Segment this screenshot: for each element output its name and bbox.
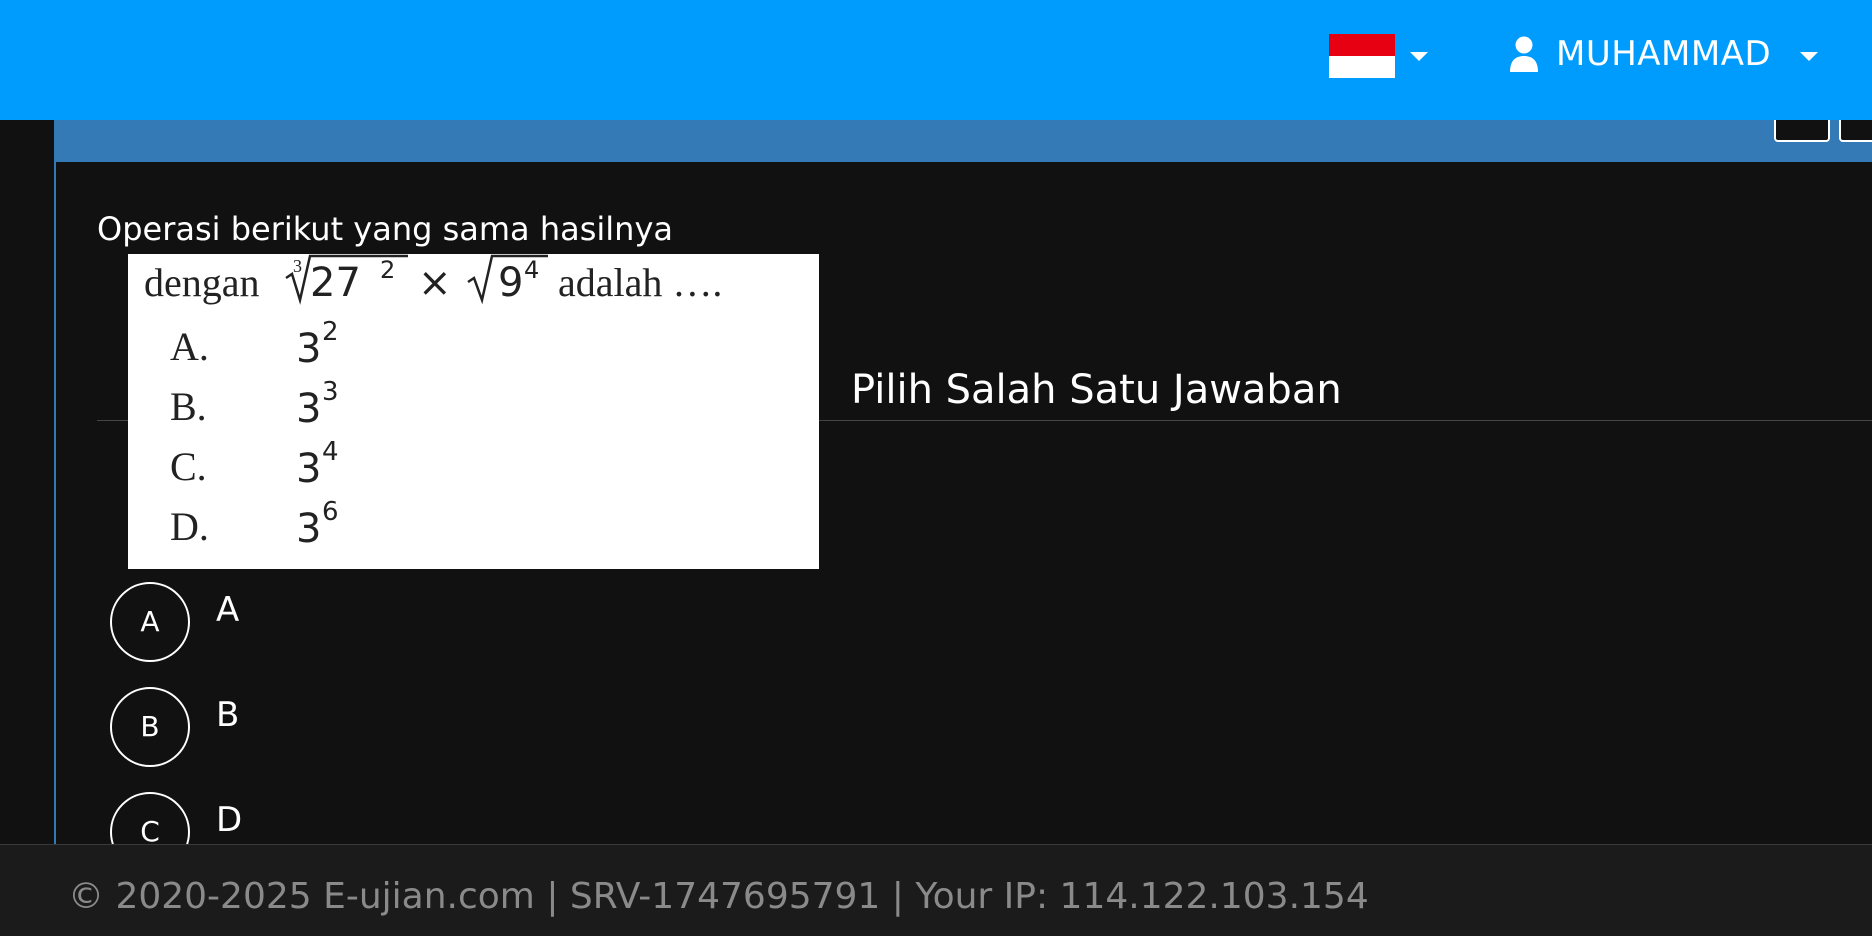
choice-base: 3 bbox=[296, 386, 321, 432]
answer-instruction: Pilih Salah Satu Jawaban bbox=[851, 367, 1342, 413]
answer-option-text[interactable]: A bbox=[216, 588, 239, 632]
choice-exp: 4 bbox=[322, 437, 339, 467]
stem-times: × bbox=[418, 260, 452, 306]
footer-text: © 2020-2025 E-ujian.com | SRV-1747695791… bbox=[68, 876, 1369, 917]
top-navbar: MUHAMMAD bbox=[0, 0, 1872, 120]
answer-option-radio[interactable]: B bbox=[110, 687, 190, 767]
answer-option-text[interactable]: D bbox=[216, 798, 242, 842]
choice-exp: 6 bbox=[322, 497, 339, 527]
flag-red-stripe bbox=[1329, 34, 1395, 56]
choice-letter: B. bbox=[170, 384, 207, 429]
choice-base: 3 bbox=[296, 446, 321, 492]
user-icon[interactable] bbox=[1508, 36, 1540, 72]
user-menu-chevron-down-icon[interactable] bbox=[1800, 52, 1818, 61]
answer-option-b[interactable]: B B bbox=[110, 687, 710, 767]
language-chevron-down-icon[interactable] bbox=[1410, 52, 1428, 61]
flag-white-stripe bbox=[1329, 56, 1395, 78]
choice-exp: 2 bbox=[322, 317, 339, 347]
question-panel-heading bbox=[56, 120, 1872, 162]
choice-base: 3 bbox=[296, 506, 321, 552]
stem-suffix: adalah …. bbox=[558, 260, 722, 305]
user-menu-name[interactable]: MUHAMMAD bbox=[1556, 32, 1771, 76]
answer-option-a[interactable]: A A bbox=[110, 582, 710, 662]
answer-option-text[interactable]: B bbox=[216, 693, 239, 737]
stem-exp2: 4 bbox=[524, 256, 539, 284]
question-text: Operasi berikut yang sama hasilnya bbox=[97, 210, 673, 248]
choice-letter: A. bbox=[170, 324, 209, 369]
answer-option-radio[interactable]: A bbox=[110, 582, 190, 662]
stem-base1: 27 bbox=[310, 260, 361, 306]
footer: © 2020-2025 E-ujian.com | SRV-1747695791… bbox=[0, 844, 1872, 936]
language-flag-button[interactable] bbox=[1329, 34, 1395, 78]
stem-base2: 9 bbox=[498, 260, 523, 306]
stem-prefix: dengan bbox=[144, 260, 260, 305]
exam-page: MUHAMMAD Operasi berikut yang sama hasil… bbox=[0, 0, 1872, 936]
panel-left-border bbox=[54, 120, 56, 846]
choice-letter: D. bbox=[170, 504, 209, 549]
stem-root-index: 3 bbox=[293, 256, 302, 276]
question-image-content: dengan 3 27 2 × 9 4 adalah …. A. 3 2 B. … bbox=[144, 254, 722, 552]
choice-letter: C. bbox=[170, 444, 207, 489]
choice-base: 3 bbox=[296, 326, 321, 372]
question-image: dengan 3 27 2 × 9 4 adalah …. A. 3 2 B. … bbox=[128, 254, 819, 569]
stem-exp1: 2 bbox=[380, 256, 395, 284]
choice-exp: 3 bbox=[322, 377, 339, 407]
